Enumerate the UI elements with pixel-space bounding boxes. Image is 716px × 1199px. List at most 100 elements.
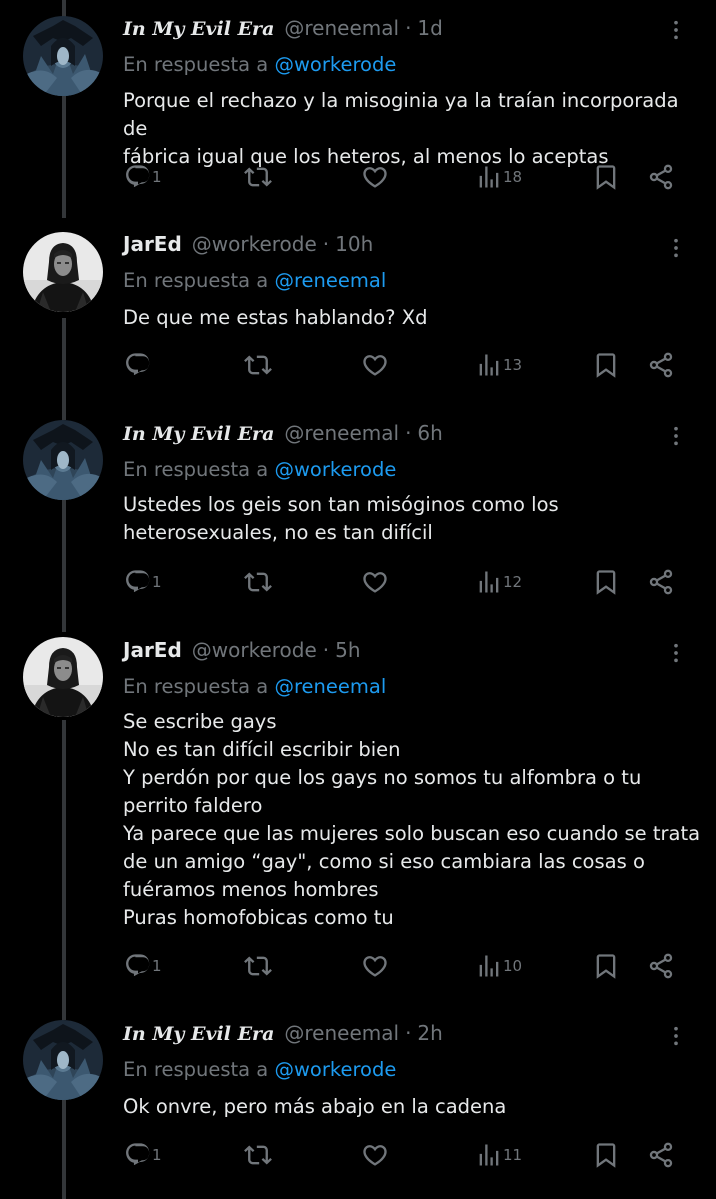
reply-prefix: En respuesta a [123,458,269,481]
share-button[interactable] [647,1139,675,1171]
bookmark-button[interactable] [592,1139,620,1171]
share-button[interactable] [647,161,675,193]
action-bar: 1 11 [0,1139,716,1171]
views-count: 13 [503,356,523,374]
mention-link[interactable]: @reneemal [274,675,386,698]
user-handle[interactable]: @reneemal [284,421,399,445]
avatar[interactable] [23,420,103,500]
retweet-icon [244,1141,272,1169]
reply-button[interactable]: 1 [124,161,162,193]
views-button[interactable]: 12 [475,566,522,598]
user-handle[interactable]: @workerode [192,638,317,662]
avatar[interactable] [23,16,103,96]
timestamp[interactable]: 1d [417,16,442,40]
reply-context: En respuesta a @reneemal [123,675,386,698]
views-button[interactable]: 10 [475,950,522,982]
like-button[interactable] [361,950,389,982]
like-button[interactable] [361,1139,389,1171]
like-button[interactable] [361,161,389,193]
bookmark-button[interactable] [592,349,620,381]
share-button[interactable] [647,566,675,598]
reply-icon [124,351,152,379]
like-icon [361,568,389,596]
timestamp[interactable]: 5h [335,638,360,662]
avatar[interactable] [23,1020,103,1100]
tweet-text: Se escribe gays No es tan difícil escrib… [123,710,701,929]
share-icon [647,568,675,596]
share-button[interactable] [647,950,675,982]
share-icon [647,952,675,980]
more-icon[interactable] [665,1022,687,1050]
separator-dot: · [405,421,412,445]
timestamp[interactable]: 10h [335,232,373,256]
mention-link[interactable]: @workerode [274,1058,396,1081]
retweet-icon [244,568,272,596]
display-name[interactable]: In My Evil Era [123,423,274,445]
bookmark-icon [592,568,620,596]
like-icon [361,1141,389,1169]
separator-dot: · [322,638,330,662]
more-icon[interactable] [665,16,687,44]
thread-line [62,96,66,218]
share-button[interactable] [647,349,675,381]
avatar[interactable] [23,232,103,312]
display-name[interactable]: JarEd [123,232,182,256]
retweet-button[interactable] [244,161,272,193]
reply-icon [124,163,152,191]
bookmark-icon [592,952,620,980]
mention-link[interactable]: @workerode [274,53,396,76]
reply-context: En respuesta a @workerode [123,1058,396,1081]
user-handle[interactable]: @reneemal [284,16,399,40]
views-count: 18 [503,168,523,186]
mention-link[interactable]: @workerode [274,458,396,481]
action-bar: 1 18 [0,161,716,193]
reply-button[interactable] [124,349,152,381]
more-icon[interactable] [665,422,687,450]
retweet-button[interactable] [244,950,272,982]
mention-link[interactable]: @reneemal [274,269,386,292]
action-bar: 1 10 [0,950,716,982]
reply-count: 1 [152,168,162,186]
tweet-text: Ok onvre, pero más abajo en la cadena [123,1095,507,1118]
more-icon[interactable] [665,639,687,667]
like-button[interactable] [361,566,389,598]
bookmark-button[interactable] [592,161,620,193]
action-bar: 1 12 [0,566,716,598]
retweet-icon [244,351,272,379]
reply-context: En respuesta a @workerode [123,53,396,76]
display-name[interactable]: In My Evil Era [123,1023,274,1045]
bookmark-icon [592,1141,620,1169]
reply-button[interactable]: 1 [124,1139,162,1171]
more-icon[interactable] [665,234,687,262]
reply-button[interactable]: 1 [124,950,162,982]
views-icon [475,163,503,191]
views-icon [475,952,503,980]
views-button[interactable]: 18 [475,161,522,193]
retweet-button[interactable] [244,1139,272,1171]
views-count: 11 [503,1146,523,1164]
reply-count: 1 [152,1146,162,1164]
like-button[interactable] [361,349,389,381]
bookmark-button[interactable] [592,566,620,598]
like-icon [361,351,389,379]
user-handle[interactable]: @reneemal [284,1021,399,1045]
reply-prefix: En respuesta a [123,675,269,698]
avatar[interactable] [23,637,103,717]
share-icon [647,163,675,191]
bookmark-icon [592,351,620,379]
bookmark-button[interactable] [592,950,620,982]
timestamp[interactable]: 6h [417,421,442,445]
retweet-button[interactable] [244,349,272,381]
separator-dot: · [405,16,412,40]
tweet-text: De que me estas hablando? Xd [123,306,428,329]
retweet-button[interactable] [244,566,272,598]
timestamp[interactable]: 2h [417,1021,442,1045]
display-name[interactable]: JarEd [123,638,182,662]
views-button[interactable]: 13 [475,349,522,381]
views-button[interactable]: 11 [475,1139,522,1171]
user-handle[interactable]: @workerode [192,232,317,256]
display-name[interactable]: In My Evil Era [123,18,274,40]
reply-prefix: En respuesta a [123,1058,269,1081]
reply-button[interactable]: 1 [124,566,162,598]
tweet-text: Ustedes los geis son tan misóginos como … [123,493,559,544]
